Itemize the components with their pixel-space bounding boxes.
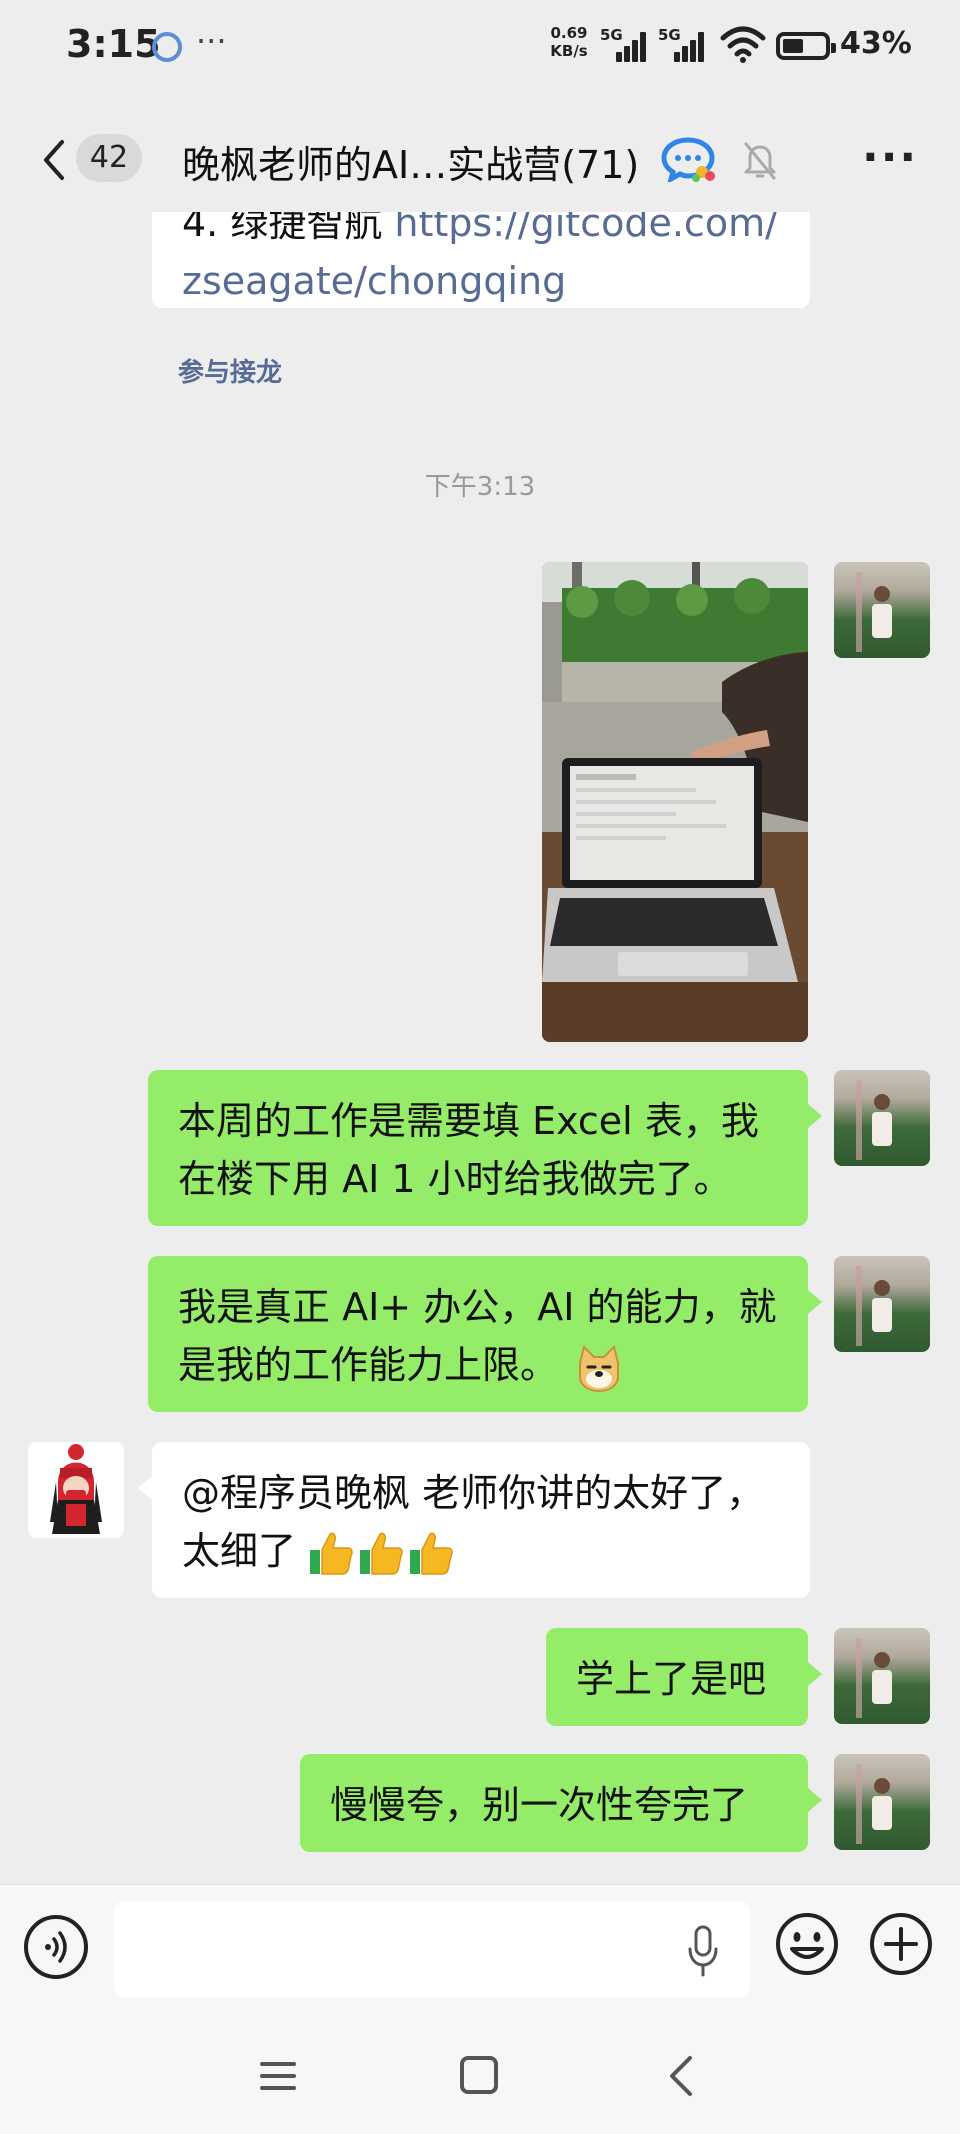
my-message-bubble[interactable]: 慢慢夸，别一次性夸完了 — [300, 1754, 822, 1852]
unread-count-badge[interactable]: 42 — [76, 134, 142, 182]
status-bar: 3:15 ··· 0.69 KB/s 5G 5G 43% — [0, 0, 960, 96]
message-text: 本周的工作是需要填 Excel 表，我 — [178, 1099, 759, 1143]
system-navigation-bar — [0, 2014, 960, 2134]
my-avatar[interactable] — [834, 1256, 930, 1352]
network-speed-value: 0.69 — [550, 24, 588, 42]
battery-percent: 43% — [840, 26, 912, 61]
message-input[interactable] — [114, 1901, 750, 1997]
my-message-bubble[interactable]: 我是真正 AI+ 办公，AI 的能力，就 是我的工作能力上限。 — [148, 1256, 822, 1412]
message-bubble-partial[interactable]: 4. 绿捷智航 https://gitcode.com/ zseagate/ch… — [152, 212, 810, 308]
message-text: 慢慢夸，别一次性夸完了 — [330, 1783, 749, 1827]
my-message-bubble[interactable]: 学上了是吧 — [546, 1628, 822, 1726]
mute-bell-icon — [744, 142, 776, 180]
my-avatar[interactable] — [834, 1754, 930, 1850]
group-chat-icon — [661, 137, 715, 182]
sender-avatar[interactable] — [28, 1442, 124, 1538]
laptop-photo-image — [542, 562, 808, 1042]
message-text: 4. 绿捷智航 — [182, 212, 395, 245]
signal-sim1-icon: 5G — [600, 26, 650, 62]
message-text: 学上了是吧 — [576, 1657, 767, 1701]
network-speed-unit: KB/s — [550, 42, 588, 60]
more-icon[interactable]: ··· — [862, 136, 922, 180]
chat-title[interactable]: 晚枫老师的AI…实战营(71) — [182, 134, 639, 189]
chat-message-list[interactable]: 4. 绿捷智航 https://gitcode.com/ zseagate/ch… — [0, 212, 960, 1884]
emoji-button[interactable] — [774, 1911, 840, 1977]
message-input-bar — [0, 1884, 960, 2014]
message-text: 在楼下用 AI 1 小时给我做完了。 — [178, 1157, 732, 1201]
recent-apps-icon[interactable] — [258, 2058, 298, 2094]
message-timestamp: 下午3:13 — [424, 472, 536, 502]
chat-header: 42 晚枫老师的AI…实战营(71) ··· — [0, 108, 960, 212]
my-avatar[interactable] — [834, 562, 930, 658]
microphone-icon[interactable] — [686, 1925, 720, 1977]
message-text: 太细了 — [182, 1529, 297, 1573]
wifi-icon — [720, 26, 766, 63]
home-icon[interactable] — [460, 2056, 498, 2094]
doge-emoji-icon — [579, 1344, 620, 1392]
more-functions-button[interactable] — [868, 1911, 934, 1977]
message-text: 是我的工作能力上限。 — [178, 1343, 559, 1387]
nav-back-icon[interactable] — [666, 2054, 696, 2098]
app-notification-icon — [152, 32, 182, 62]
network-speed: 0.69 KB/s — [544, 24, 594, 60]
back-icon[interactable] — [36, 138, 76, 182]
my-avatar[interactable] — [834, 1628, 930, 1724]
join-chain-link[interactable]: 参与接龙 — [178, 352, 282, 389]
status-time: 3:15 — [66, 22, 161, 66]
message-text: 我是真正 AI+ 办公，AI 的能力，就 — [178, 1285, 777, 1329]
incoming-message-bubble[interactable]: @程序员晚枫 老师你讲的太好了， 太细了 — [138, 1442, 810, 1598]
more-notifications-icon: ··· — [196, 22, 227, 60]
signal-sim2-icon: 5G — [658, 26, 708, 62]
my-avatar[interactable] — [834, 1070, 930, 1166]
battery-icon — [776, 32, 836, 60]
voice-icon — [45, 1931, 67, 1963]
message-link[interactable]: https://gitcode.com/ — [394, 212, 777, 245]
message-link[interactable]: zseagate/chongqing — [182, 252, 780, 310]
my-message-bubble[interactable]: 本周的工作是需要填 Excel 表，我 在楼下用 AI 1 小时给我做完了。 — [148, 1070, 822, 1226]
message-text: @程序员晚枫 老师你讲的太好了， — [182, 1471, 765, 1515]
photo-message[interactable] — [542, 562, 808, 1042]
voice-mode-button[interactable] — [24, 1915, 88, 1979]
thumbs-up-emoji-icon — [310, 1532, 453, 1575]
